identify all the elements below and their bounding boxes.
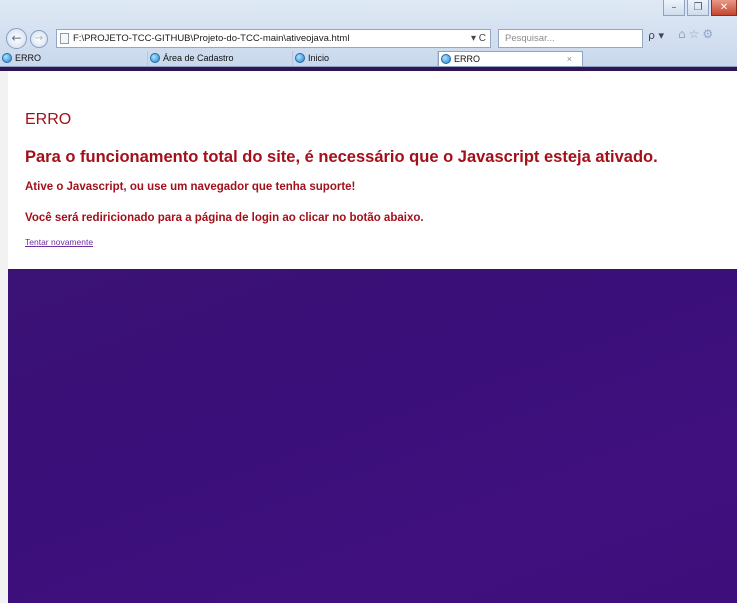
toolbar-icons: ⌂☆⚙ bbox=[678, 27, 716, 41]
ie-icon bbox=[2, 53, 12, 63]
tab-label: Inicio bbox=[308, 53, 330, 63]
home-icon[interactable]: ⌂ bbox=[678, 27, 689, 41]
redirect-message: Você será rediricionado para a página de… bbox=[25, 212, 424, 224]
address-bar[interactable]: F:\PROJETO-TCC-GITHUB\Projeto-do-TCC-mai… bbox=[56, 29, 491, 48]
error-panel: ERRO Para o funcionamento total do site,… bbox=[8, 71, 737, 271]
page-icon bbox=[60, 33, 69, 44]
tab-area-de-cadastro[interactable]: Área de Cadastro bbox=[148, 51, 293, 66]
page-gutter bbox=[0, 71, 8, 603]
retry-link[interactable]: Tentar novamente bbox=[25, 237, 93, 247]
tab-erro[interactable]: ERRO bbox=[0, 51, 148, 66]
tab-inicio[interactable]: Inicio bbox=[293, 51, 438, 66]
window-controls: – ❐ ✕ bbox=[663, 0, 737, 16]
tab-close-icon[interactable]: × bbox=[567, 52, 572, 66]
back-arrow-icon[interactable]: ← bbox=[6, 28, 27, 49]
ie-icon bbox=[295, 53, 305, 63]
search-input[interactable]: Pesquisar... bbox=[498, 29, 643, 48]
tab-erro-active[interactable]: ERRO × bbox=[438, 51, 583, 66]
tab-label: Área de Cadastro bbox=[163, 53, 234, 63]
browser-chrome: – ❐ ✕ ← → F:\PROJETO-TCC-GITHUB\Projeto-… bbox=[0, 0, 737, 67]
error-message-sub: Ative o Javascript, ou use um navegador … bbox=[25, 181, 356, 193]
search-icon[interactable]: ρ ▾ bbox=[648, 29, 664, 42]
tab-label: ERRO bbox=[454, 54, 481, 64]
star-icon[interactable]: ☆ bbox=[689, 27, 703, 41]
address-text: F:\PROJETO-TCC-GITHUB\Projeto-do-TCC-mai… bbox=[73, 33, 350, 44]
restore-icon[interactable]: ❐ bbox=[687, 0, 709, 16]
navigation-bar: ← → F:\PROJETO-TCC-GITHUB\Projeto-do-TCC… bbox=[0, 26, 737, 50]
tab-bar: ERRO Área de Cadastro Inicio ERRO × bbox=[0, 50, 737, 67]
gear-icon[interactable]: ⚙ bbox=[702, 27, 716, 41]
minimize-icon[interactable]: – bbox=[663, 0, 685, 16]
page-title: ERRO bbox=[25, 111, 72, 128]
ie-icon bbox=[441, 54, 451, 64]
close-icon[interactable]: ✕ bbox=[711, 0, 737, 16]
error-message-main: Para o funcionamento total do site, é ne… bbox=[25, 148, 658, 166]
ie-icon bbox=[150, 53, 160, 63]
purple-background bbox=[8, 271, 737, 603]
refresh-icon[interactable]: ▾ C bbox=[471, 30, 486, 47]
tab-label: ERRO bbox=[15, 53, 42, 63]
forward-arrow-icon[interactable]: → bbox=[30, 30, 48, 48]
